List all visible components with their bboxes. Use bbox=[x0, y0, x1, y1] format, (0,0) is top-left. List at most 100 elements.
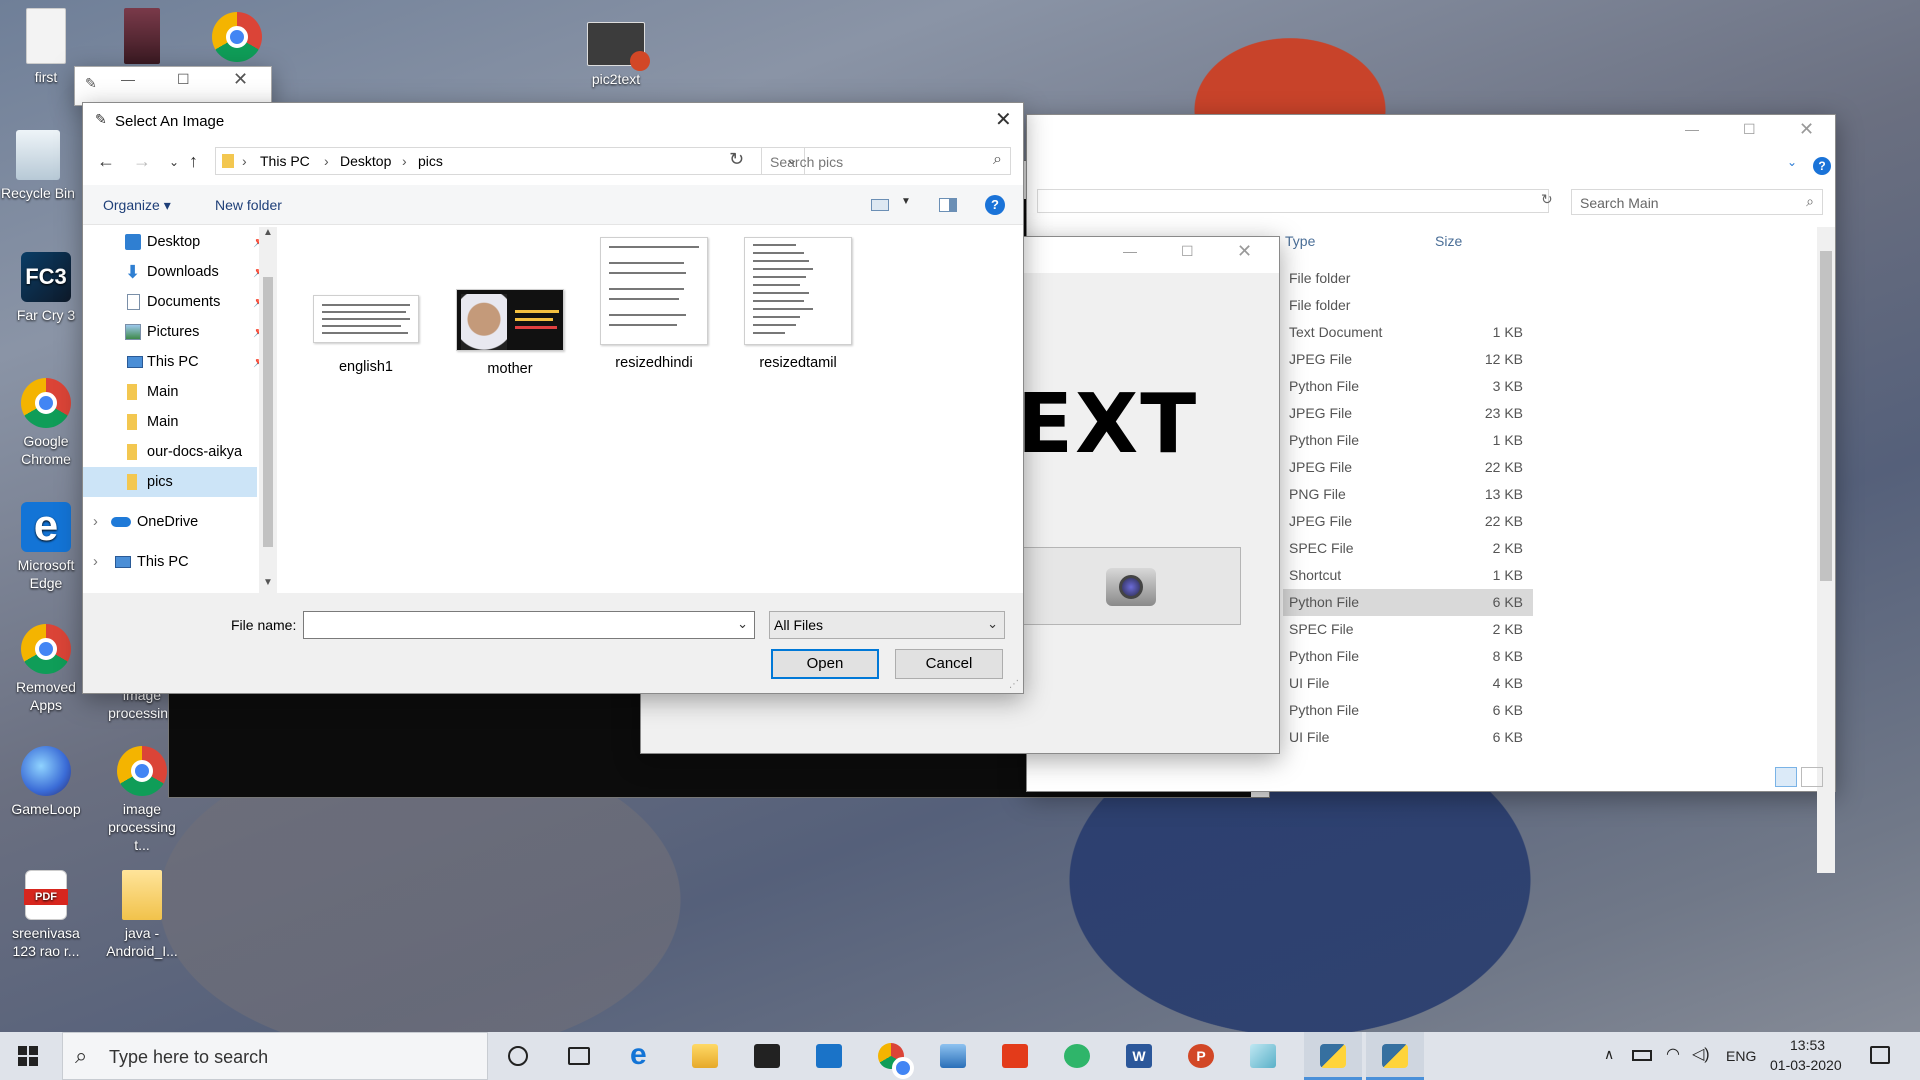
scrollbar-thumb[interactable] bbox=[263, 277, 273, 547]
file-item-resizedtamil[interactable]: resizedtamil bbox=[733, 237, 863, 371]
nav-item-pictures[interactable]: Pictures 📌 bbox=[83, 317, 279, 347]
help-icon[interactable]: ? bbox=[985, 195, 1005, 215]
desktop-icon-gameloop[interactable]: GameLoop bbox=[8, 746, 84, 818]
breadcrumb-desktop[interactable]: Desktop bbox=[340, 153, 391, 169]
address-bar[interactable]: › This PC › Desktop › pics ⌄ bbox=[215, 147, 805, 175]
mail-icon[interactable] bbox=[816, 1044, 842, 1068]
preview-pane-icon[interactable] bbox=[939, 198, 957, 212]
organize-button[interactable]: Organize ▾ bbox=[103, 197, 171, 214]
table-row[interactable]: Shortcut 1 KB bbox=[1283, 562, 1533, 589]
nav-item-documents[interactable]: Documents 📌 bbox=[83, 287, 279, 317]
microsoft-store-icon[interactable] bbox=[754, 1044, 780, 1068]
scrollbar-thumb[interactable] bbox=[1820, 251, 1832, 581]
desktop-icon-pic2text[interactable]: pic2text bbox=[578, 22, 654, 88]
nav-item-this-pc-root[interactable]: › This PC bbox=[83, 547, 279, 577]
resize-grip-icon[interactable]: ⋰ bbox=[1009, 679, 1019, 690]
table-row[interactable]: SPEC File 2 KB bbox=[1283, 616, 1533, 643]
desktop-icon-recycle-bin[interactable]: Recycle Bin bbox=[0, 130, 76, 202]
chrome-icon[interactable] bbox=[212, 12, 262, 62]
table-row[interactable]: File folder bbox=[1283, 265, 1533, 292]
back-arrow-icon[interactable]: ← bbox=[97, 151, 115, 172]
scroll-down-icon[interactable]: ▼ bbox=[263, 577, 273, 588]
search-input[interactable]: Search Main ⌕ bbox=[1571, 189, 1823, 215]
minimize-icon[interactable]: — bbox=[1685, 121, 1699, 137]
nav-item-pics[interactable]: pics bbox=[83, 467, 257, 497]
details-view-icon[interactable] bbox=[1775, 767, 1797, 787]
close-icon[interactable]: ✕ bbox=[995, 107, 1012, 132]
maximize-icon[interactable]: ☐ bbox=[1181, 243, 1194, 260]
maximize-icon[interactable]: ☐ bbox=[177, 71, 190, 88]
table-row[interactable]: Python File 6 KB bbox=[1283, 697, 1533, 724]
close-icon[interactable]: ✕ bbox=[1237, 241, 1252, 262]
task-view-icon[interactable] bbox=[568, 1047, 590, 1065]
nav-item-this-pc[interactable]: This PC 📌 bbox=[83, 347, 279, 377]
close-icon[interactable]: ✕ bbox=[233, 69, 248, 90]
close-icon[interactable]: ✕ bbox=[1799, 119, 1814, 140]
table-row[interactable]: JPEG File 12 KB bbox=[1283, 346, 1533, 373]
expand-chevron-icon[interactable]: › bbox=[93, 507, 98, 537]
chrome-icon[interactable] bbox=[878, 1043, 914, 1079]
desktop-icon-google-chrome[interactable]: Google Chrome bbox=[8, 378, 84, 468]
desktop-icon-removed-apps[interactable]: Removed Apps bbox=[8, 624, 84, 714]
minimize-icon[interactable]: — bbox=[121, 71, 135, 87]
python-app-taskbar-button[interactable] bbox=[1304, 1032, 1362, 1080]
change-view-icon[interactable] bbox=[871, 199, 889, 211]
cancel-button[interactable]: Cancel bbox=[895, 649, 1003, 679]
table-row[interactable]: SPEC File 2 KB bbox=[1283, 535, 1533, 562]
windows-start-icon[interactable] bbox=[18, 1046, 38, 1066]
nav-item-main[interactable]: Main bbox=[83, 377, 279, 407]
column-header-size[interactable]: Size bbox=[1435, 233, 1462, 249]
nav-item-main-2[interactable]: Main bbox=[83, 407, 279, 437]
table-row[interactable]: Text Document 1 KB bbox=[1283, 319, 1533, 346]
new-folder-button[interactable]: New folder bbox=[215, 197, 282, 213]
file-item-mother[interactable]: mother bbox=[445, 283, 575, 377]
powerpoint-icon[interactable]: P bbox=[1188, 1044, 1214, 1068]
column-header-type[interactable]: Type bbox=[1285, 233, 1315, 249]
file-explorer-icon[interactable] bbox=[692, 1044, 718, 1068]
clock-time[interactable]: 13:53 bbox=[1790, 1037, 1825, 1053]
notepad-icon[interactable] bbox=[1250, 1044, 1276, 1068]
table-row[interactable]: Python File 1 KB bbox=[1283, 427, 1533, 454]
desktop-icon-first[interactable]: first bbox=[8, 8, 84, 86]
edge-icon[interactable]: e bbox=[630, 1040, 656, 1070]
file-item-resizedhindi[interactable]: resizedhindi bbox=[589, 237, 719, 371]
word-icon[interactable]: W bbox=[1126, 1044, 1152, 1068]
recent-locations-chevron-icon[interactable]: ⌄ bbox=[169, 155, 179, 169]
table-row[interactable]: File folder bbox=[1283, 292, 1533, 319]
nav-item-our-docs-aikya[interactable]: our-docs-aikya bbox=[83, 437, 279, 467]
forward-arrow-icon[interactable]: → bbox=[133, 151, 151, 172]
table-row[interactable]: JPEG File 22 KB bbox=[1283, 508, 1533, 535]
table-row[interactable]: PNG File 13 KB bbox=[1283, 481, 1533, 508]
chevron-down-icon[interactable]: ⌄ bbox=[1787, 155, 1797, 169]
desktop-icon-microsoft-edge[interactable]: e Microsoft Edge bbox=[8, 502, 84, 592]
file-item-english1[interactable]: english1 bbox=[301, 283, 431, 375]
nav-item-onedrive[interactable]: › OneDrive bbox=[83, 507, 279, 537]
up-arrow-icon[interactable]: ↑ bbox=[189, 151, 198, 172]
search-input[interactable]: Search pics ⌕ bbox=[761, 147, 1011, 175]
python-window-taskbar-button[interactable] bbox=[1366, 1032, 1424, 1080]
open-button[interactable]: Open bbox=[771, 649, 879, 679]
clock-date[interactable]: 01-03-2020 bbox=[1770, 1057, 1842, 1073]
table-row[interactable]: JPEG File 23 KB bbox=[1283, 400, 1533, 427]
show-hidden-icons-chevron-icon[interactable]: ∧ bbox=[1604, 1046, 1614, 1063]
nav-scrollbar[interactable]: ▲ ▼ bbox=[259, 227, 277, 593]
camera-button[interactable] bbox=[1023, 547, 1241, 625]
tk-root-window[interactable]: ✎ — ☐ ✕ bbox=[74, 66, 272, 106]
nav-item-downloads[interactable]: ⬇ Downloads 📌 bbox=[83, 257, 279, 287]
desktop-icon-java-android[interactable]: java - Android_I... bbox=[104, 870, 180, 960]
taskbar-search[interactable]: ⌕ Type here to search bbox=[62, 1032, 488, 1080]
refresh-icon[interactable]: ↻ bbox=[1541, 191, 1553, 208]
maximize-icon[interactable]: ☐ bbox=[1743, 121, 1756, 138]
action-center-icon[interactable] bbox=[1870, 1046, 1890, 1064]
office-icon[interactable] bbox=[1002, 1044, 1028, 1068]
breadcrumb-this-pc[interactable]: This PC bbox=[260, 153, 310, 169]
wifi-icon[interactable]: ◠ bbox=[1666, 1044, 1680, 1064]
refresh-icon[interactable]: ↻ bbox=[729, 149, 744, 170]
file-name-input[interactable]: ⌄ bbox=[303, 611, 755, 639]
battery-icon[interactable] bbox=[1632, 1050, 1652, 1061]
expand-chevron-icon[interactable]: › bbox=[93, 547, 98, 577]
remote-desktop-icon[interactable] bbox=[940, 1044, 966, 1068]
table-row[interactable]: Python File 6 KB bbox=[1283, 589, 1533, 616]
table-row[interactable]: Python File 3 KB bbox=[1283, 373, 1533, 400]
table-row[interactable]: JPEG File 22 KB bbox=[1283, 454, 1533, 481]
